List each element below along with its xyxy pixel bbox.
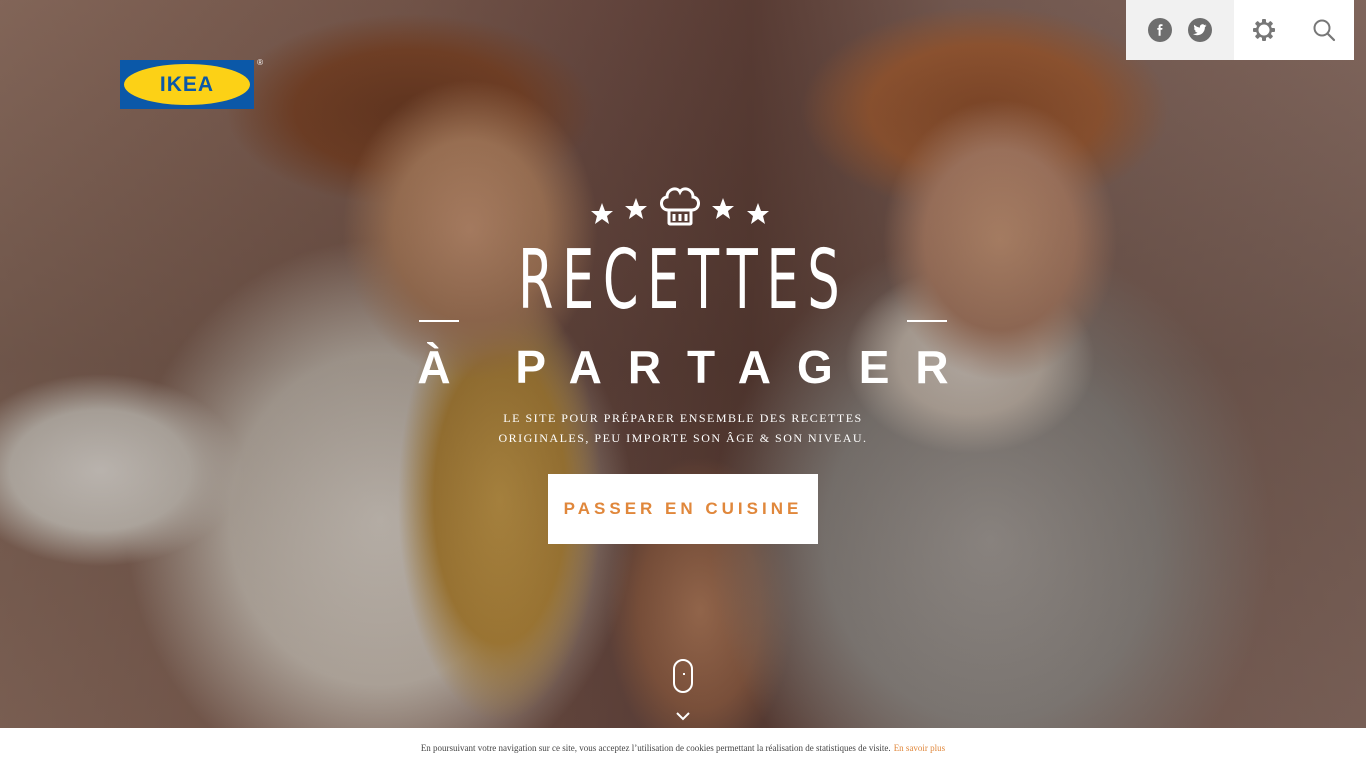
social-links (1126, 0, 1234, 60)
star-icon (712, 198, 734, 219)
top-toolbar (1126, 0, 1354, 60)
title-rule-right (907, 320, 948, 322)
facebook-icon[interactable] (1148, 18, 1172, 42)
twitter-glyph (1193, 24, 1207, 36)
chevron-down-icon (676, 712, 690, 721)
twitter-icon[interactable] (1188, 18, 1212, 42)
star-icon (625, 198, 647, 219)
registered-mark: ® (257, 58, 263, 67)
title-row: RECETTES (418, 233, 948, 328)
page-title: RECETTES (517, 233, 849, 328)
cookie-text: En poursuivant votre navigation sur ce s… (420, 743, 891, 753)
title-rule-left (418, 320, 459, 322)
facebook-glyph (1157, 24, 1163, 36)
gear-icon[interactable] (1234, 0, 1294, 60)
start-cooking-button[interactable]: PASSER EN CUISINE (548, 474, 818, 544)
tagline-line-1: LE SITE POUR PRÉPARER ENSEMBLE DES RECET… (503, 411, 863, 425)
scroll-hint[interactable] (672, 659, 694, 723)
search-glyph (1313, 19, 1336, 42)
mouse-wheel-dot (683, 673, 685, 675)
star-icon (747, 203, 769, 224)
search-icon[interactable] (1294, 0, 1354, 60)
page-subtitle: À PARTAGER (417, 341, 975, 393)
ikea-logo[interactable]: IKEA ® (120, 58, 263, 109)
cookie-banner: En poursuivant votre navigation sur ce s… (0, 728, 1366, 768)
star-icon (591, 203, 613, 224)
tagline-line-2: ORIGINALES, PEU IMPORTE SON ÂGE & SON NI… (498, 431, 868, 445)
rating-icons (591, 187, 769, 226)
scroll-mouse-icon (673, 659, 693, 693)
cookie-learn-more-link[interactable]: En savoir plus (894, 743, 946, 753)
logo-oval: IKEA (124, 64, 250, 105)
gear-glyph (1253, 19, 1275, 41)
chef-hat-icon (660, 187, 700, 226)
tagline: LE SITE POUR PRÉPARER ENSEMBLE DES RECET… (483, 408, 883, 448)
hero-headline: RECETTES À PARTAGER LE SITE POUR PRÉPARE… (0, 180, 1366, 544)
logo-text: IKEA (159, 72, 215, 96)
